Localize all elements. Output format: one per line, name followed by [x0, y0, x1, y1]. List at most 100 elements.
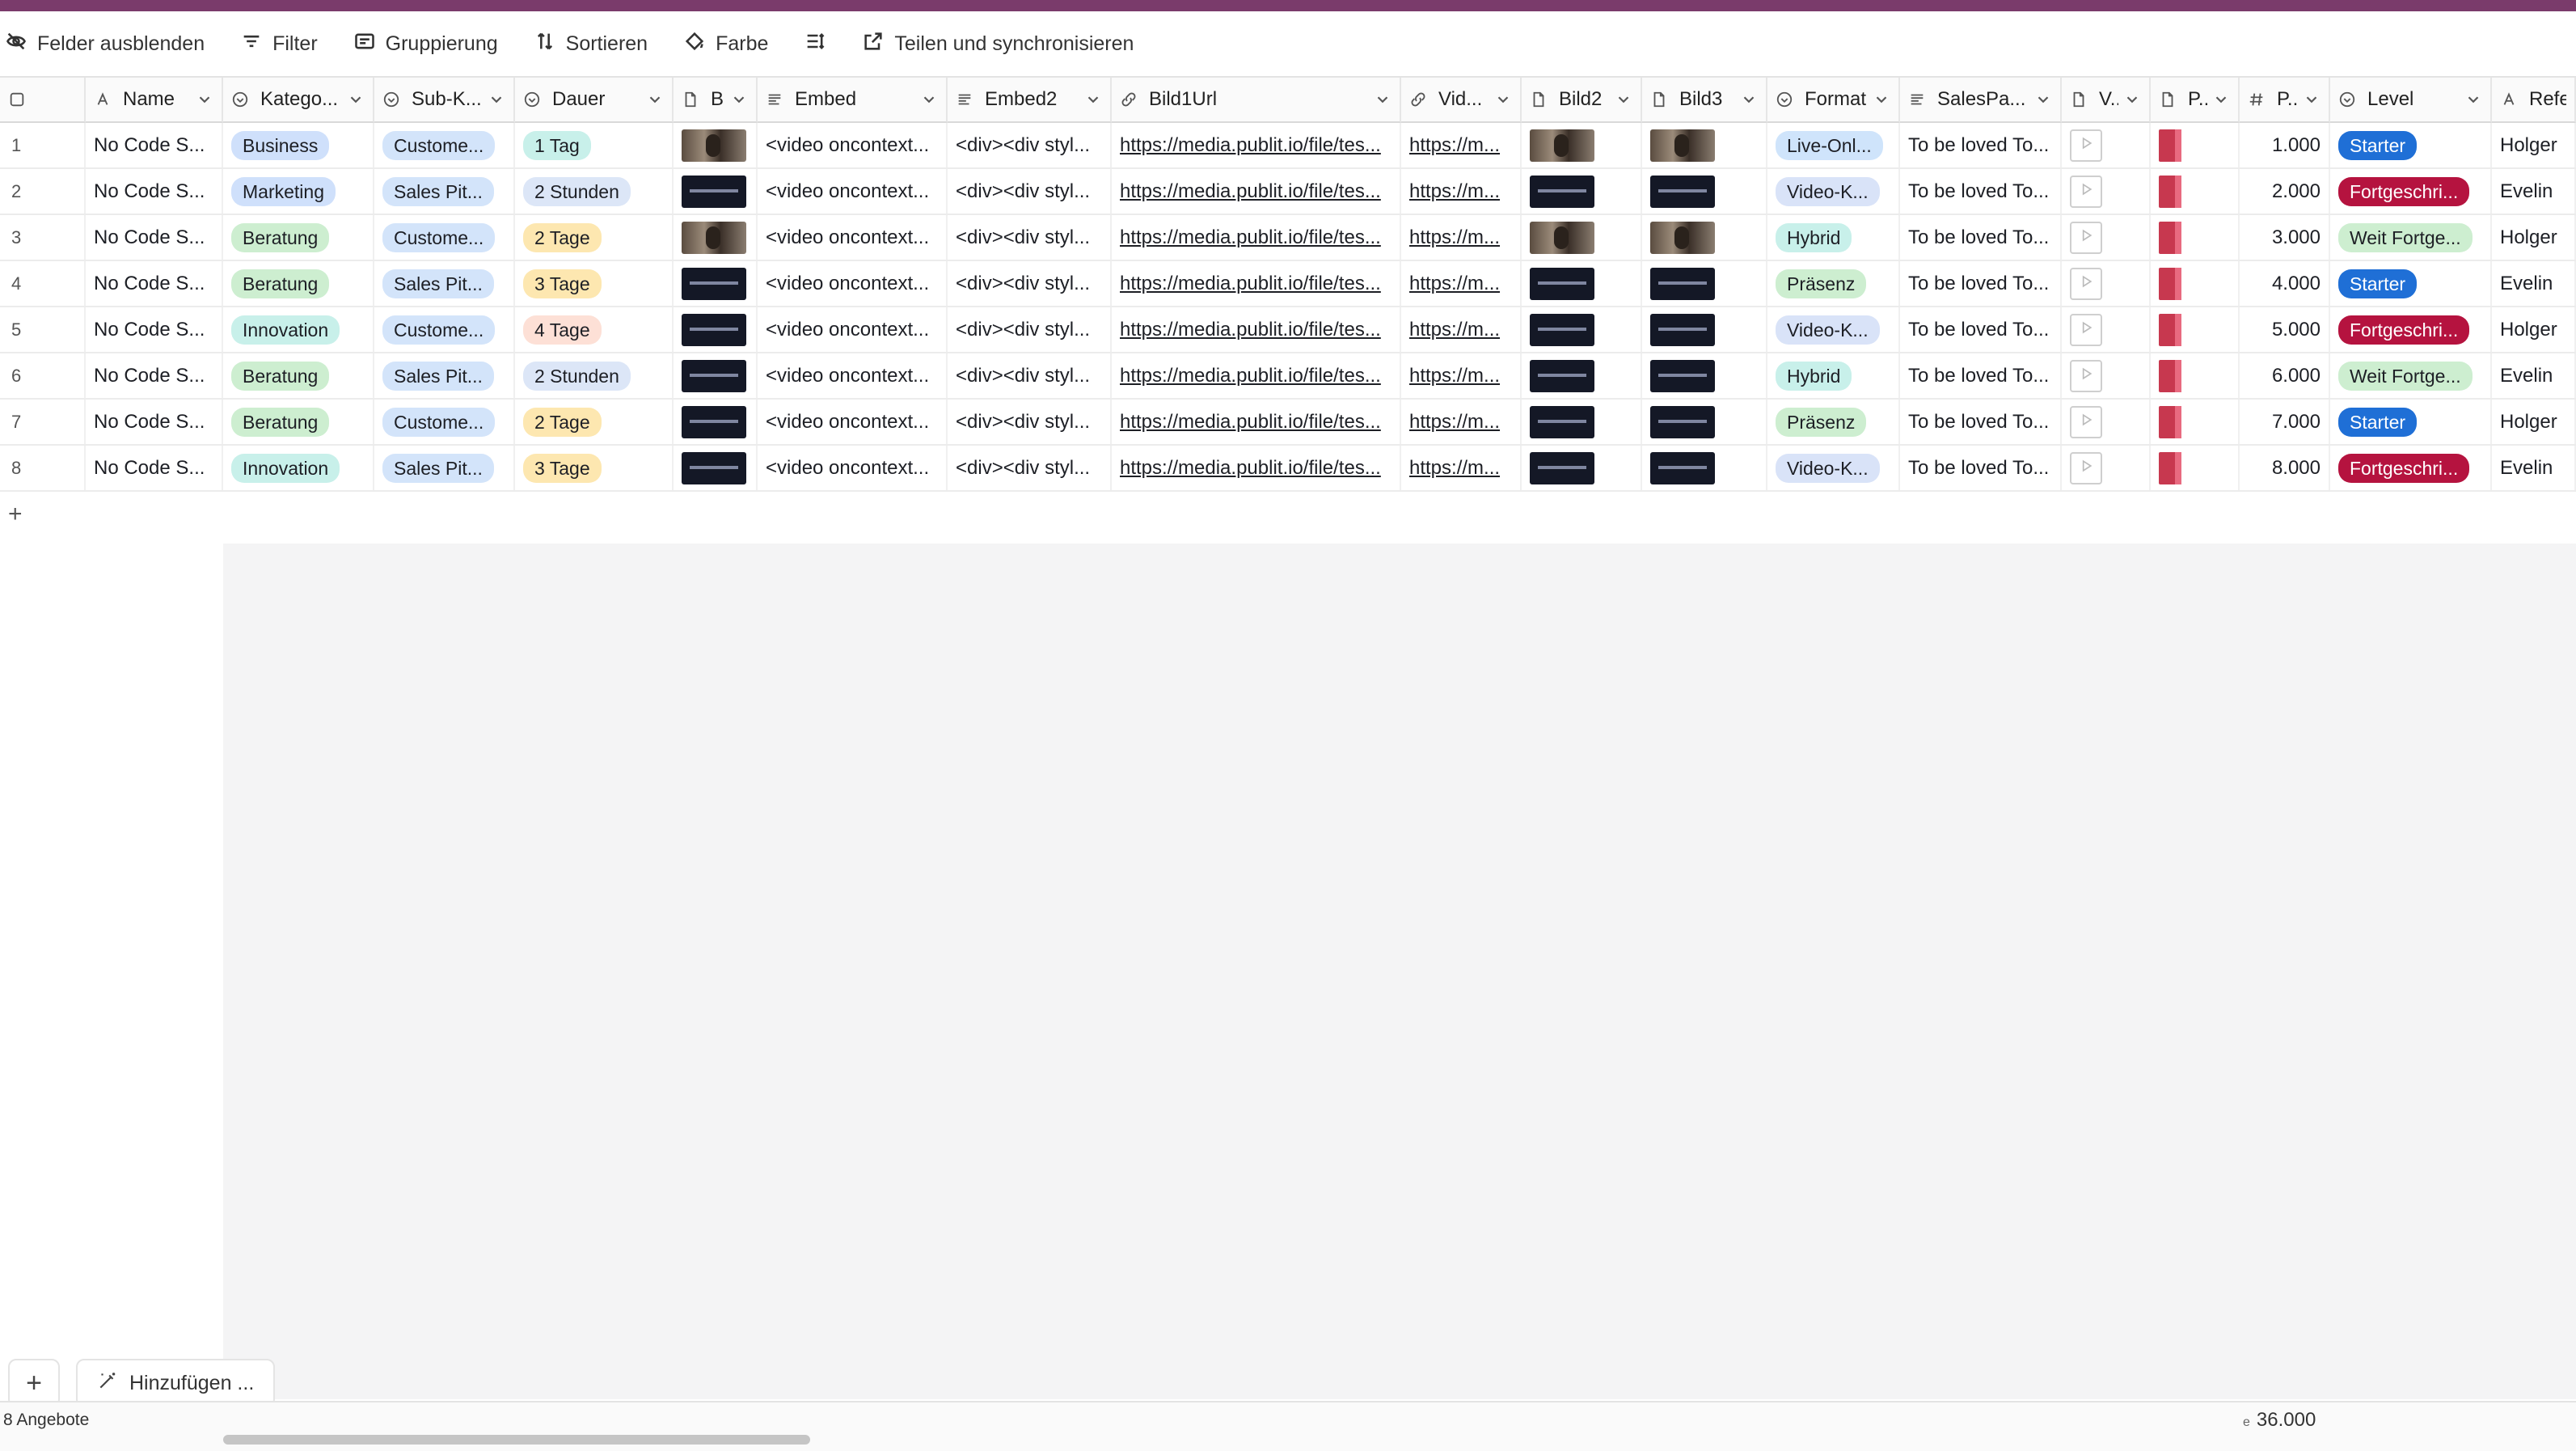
- cell-bild3[interactable]: [1642, 215, 1767, 260]
- image-thumbnail[interactable]: [1530, 359, 1594, 392]
- cell-level[interactable]: Fortgeschri...: [2330, 446, 2492, 490]
- cell-embed2[interactable]: <div><div styl...: [948, 261, 1112, 306]
- cell-bild2[interactable]: [1522, 307, 1642, 352]
- cell-bild1url[interactable]: https://media.publit.io/file/tes...: [1112, 169, 1401, 214]
- cell-bild1url[interactable]: https://media.publit.io/file/tes...: [1112, 400, 1401, 444]
- bild1url-text[interactable]: https://media.publit.io/file/tes...: [1120, 273, 1381, 295]
- image-thumbnail[interactable]: [1650, 221, 1715, 254]
- image-thumbnail[interactable]: [1530, 451, 1594, 484]
- column-header-v[interactable]: V...: [2062, 78, 2151, 123]
- table-row[interactable]: 6 No Code S... Beratung Sales Pit... 2 Stund…: [0, 353, 2576, 400]
- cell-kategorie[interactable]: Beratung: [223, 353, 374, 398]
- cell-dauer[interactable]: 2 Tage: [515, 215, 674, 260]
- column-header-dauer[interactable]: Dauer: [515, 78, 674, 123]
- cell-b[interactable]: [674, 307, 758, 352]
- column-header-bild1url[interactable]: Bild1Url: [1112, 78, 1401, 123]
- image-thumbnail[interactable]: [1530, 221, 1594, 254]
- cell-bild2[interactable]: [1522, 261, 1642, 306]
- cell-refe[interactable]: Holger: [2492, 400, 2576, 444]
- cell-embed[interactable]: <video oncontext...: [758, 123, 948, 167]
- cell-dauer[interactable]: 2 Stunden: [515, 169, 674, 214]
- cell-level[interactable]: Fortgeschri...: [2330, 169, 2492, 214]
- cell-level[interactable]: Starter: [2330, 123, 2492, 167]
- cell-salespa[interactable]: To be loved To...: [1900, 400, 2062, 444]
- cell-level[interactable]: Starter: [2330, 400, 2492, 444]
- cell-format[interactable]: Video-K...: [1767, 446, 1900, 490]
- column-header-vid[interactable]: Vid...: [1401, 78, 1522, 123]
- image-thumbnail[interactable]: [1530, 313, 1594, 346]
- cell-num[interactable]: 1: [0, 123, 86, 167]
- cell-embed[interactable]: <video oncontext...: [758, 400, 948, 444]
- cell-bild3[interactable]: [1642, 169, 1767, 214]
- cell-bild3[interactable]: [1642, 353, 1767, 398]
- vid-text[interactable]: https://m...: [1409, 134, 1500, 157]
- cell-subk[interactable]: Custome...: [374, 123, 515, 167]
- toolbar-filter-button[interactable]: Filter: [240, 19, 318, 68]
- vid-text[interactable]: https://m...: [1409, 411, 1500, 434]
- cell-salespa[interactable]: To be loved To...: [1900, 307, 2062, 352]
- cell-b[interactable]: [674, 400, 758, 444]
- image-thumbnail[interactable]: [1650, 175, 1715, 208]
- bild1url-text[interactable]: https://media.publit.io/file/tes...: [1120, 365, 1381, 387]
- cell-p[interactable]: [2151, 123, 2240, 167]
- cell-salespa[interactable]: To be loved To...: [1900, 169, 2062, 214]
- cell-bild1url[interactable]: https://media.publit.io/file/tes...: [1112, 446, 1401, 490]
- image-thumbnail[interactable]: [1530, 129, 1594, 162]
- chevron-down-icon[interactable]: [1740, 91, 1758, 108]
- add-record-button[interactable]: +: [8, 1359, 60, 1407]
- table-row[interactable]: 2 No Code S... Marketing Sales Pit... 2 Stun…: [0, 169, 2576, 215]
- cell-bild3[interactable]: [1642, 123, 1767, 167]
- cell-kategorie[interactable]: Beratung: [223, 400, 374, 444]
- chevron-down-icon[interactable]: [347, 91, 365, 108]
- video-attachment[interactable]: [2070, 405, 2102, 438]
- cell-kategorie[interactable]: Beratung: [223, 261, 374, 306]
- chevron-down-icon[interactable]: [488, 91, 505, 108]
- cell-num[interactable]: 7: [0, 400, 86, 444]
- cell-refe[interactable]: Evelin: [2492, 446, 2576, 490]
- cell-vid[interactable]: https://m...: [1401, 261, 1522, 306]
- cell-embed2[interactable]: <div><div styl...: [948, 400, 1112, 444]
- cell-num[interactable]: 5: [0, 307, 86, 352]
- cell-salespa[interactable]: To be loved To...: [1900, 446, 2062, 490]
- cell-num[interactable]: 8: [0, 446, 86, 490]
- cell-vid[interactable]: https://m...: [1401, 446, 1522, 490]
- cell-bild2[interactable]: [1522, 123, 1642, 167]
- cell-vid[interactable]: https://m...: [1401, 307, 1522, 352]
- cell-subk[interactable]: Sales Pit...: [374, 353, 515, 398]
- bild1url-text[interactable]: https://media.publit.io/file/tes...: [1120, 319, 1381, 341]
- image-thumbnail[interactable]: [682, 359, 746, 392]
- cell-p[interactable]: [2151, 169, 2240, 214]
- cell-dauer[interactable]: 1 Tag: [515, 123, 674, 167]
- cell-vid[interactable]: https://m...: [1401, 123, 1522, 167]
- cell-level[interactable]: Starter: [2330, 261, 2492, 306]
- image-thumbnail[interactable]: [1530, 405, 1594, 438]
- pdf-attachment-icon[interactable]: [2159, 313, 2181, 346]
- chevron-down-icon[interactable]: [730, 91, 748, 108]
- cell-bild2[interactable]: [1522, 353, 1642, 398]
- toolbar-share-button[interactable]: Teilen und synchronisieren: [862, 19, 1134, 68]
- image-thumbnail[interactable]: [682, 313, 746, 346]
- cell-kategorie[interactable]: Beratung: [223, 215, 374, 260]
- horizontal-scrollbar[interactable]: [223, 1435, 810, 1445]
- cell-b[interactable]: [674, 215, 758, 260]
- toolbar-row-height-button[interactable]: [804, 19, 826, 68]
- cell-dauer[interactable]: 2 Tage: [515, 400, 674, 444]
- cell-salespa[interactable]: To be loved To...: [1900, 261, 2062, 306]
- vid-text[interactable]: https://m...: [1409, 180, 1500, 203]
- cell-b[interactable]: [674, 123, 758, 167]
- column-header-num[interactable]: [0, 78, 86, 123]
- pdf-attachment-icon[interactable]: [2159, 129, 2181, 162]
- column-header-embed[interactable]: Embed: [758, 78, 948, 123]
- cell-level[interactable]: Weit Fortge...: [2330, 215, 2492, 260]
- cell-v[interactable]: [2062, 123, 2151, 167]
- cell-v[interactable]: [2062, 400, 2151, 444]
- cell-vid[interactable]: https://m...: [1401, 215, 1522, 260]
- cell-pnum[interactable]: 7.000: [2240, 400, 2330, 444]
- pdf-attachment-icon[interactable]: [2159, 405, 2181, 438]
- cell-vid[interactable]: https://m...: [1401, 169, 1522, 214]
- pdf-attachment-icon[interactable]: [2159, 359, 2181, 392]
- cell-refe[interactable]: Holger: [2492, 123, 2576, 167]
- cell-embed[interactable]: <video oncontext...: [758, 169, 948, 214]
- cell-refe[interactable]: Evelin: [2492, 169, 2576, 214]
- image-thumbnail[interactable]: [1650, 359, 1715, 392]
